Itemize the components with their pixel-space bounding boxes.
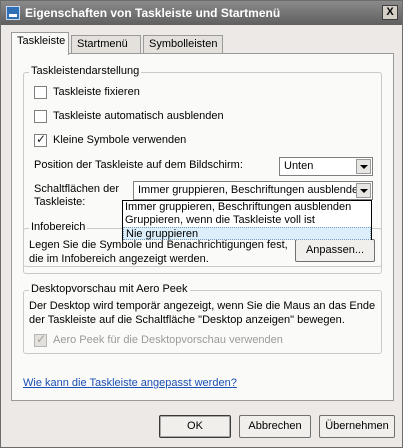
position-select[interactable]: Unten [279,157,373,176]
aero-peek-legend: Desktopvorschau mit Aero Peek [29,283,190,295]
notification-area-text-line2: die im Infobereich angezeigt werden. [29,253,209,265]
notification-area-legend: Infobereich [29,221,88,233]
position-select-value: Unten [284,160,314,172]
customize-button[interactable]: Anpassen... [295,239,375,262]
lock-taskbar-checkbox[interactable] [34,86,47,99]
aero-peek-text-line2: der Taskleiste auf die Schaltfläche "Des… [29,314,345,326]
buttons-grouping-dropdown: Immer gruppieren, Beschriftungen ausblen… [122,200,372,240]
chevron-down-icon[interactable] [356,183,371,198]
close-button[interactable]: X [382,5,398,20]
dropdown-option[interactable]: Immer gruppieren, Beschriftungen ausblen… [123,201,371,214]
taskbar-icon [6,6,20,20]
tab-symbolleisten[interactable]: Symbolleisten [143,35,223,54]
buttons-label-line1: Schaltflächen der [34,183,119,195]
position-label: Position der Taskleiste auf dem Bildschi… [34,159,243,171]
window-title: Eigenschaften von Taskleiste und Startme… [25,6,281,20]
tab-startmenu[interactable]: Startmenü [71,35,141,54]
aero-peek-checkbox [34,332,47,347]
chevron-down-icon[interactable] [356,159,371,174]
small-icons-checkbox[interactable] [34,132,47,147]
lock-taskbar-label: Taskleiste fixieren [53,86,140,98]
autohide-checkbox[interactable] [34,110,47,123]
aero-peek-text-line1: Der Desktop wird temporär angezeigt, wen… [29,300,376,312]
apply-button[interactable]: Übernehmen [319,415,395,438]
buttons-grouping-value: Immer gruppieren, Beschriftungen ausblen… [138,184,365,196]
aero-peek-group: Desktopvorschau mit Aero Peek Der Deskto… [23,283,382,354]
dropdown-option[interactable]: Gruppieren, wenn die Taskleiste voll ist [123,214,371,227]
aero-peek-label: Aero Peek für die Desktopvorschau verwen… [53,334,283,346]
dropdown-option-highlighted[interactable]: Nie gruppieren [123,227,371,240]
autohide-label: Taskleiste automatisch ausblenden [53,110,224,122]
properties-dialog: Eigenschaften von Taskleiste und Startme… [0,0,403,448]
tab-taskleiste[interactable]: Taskleiste [11,32,69,55]
buttons-grouping-select[interactable]: Immer gruppieren, Beschriftungen ausblen… [133,181,373,200]
small-icons-label: Kleine Symbole verwenden [53,134,187,146]
cancel-button[interactable]: Abbrechen [239,415,311,438]
title-bar[interactable]: Eigenschaften von Taskleiste und Startme… [1,1,402,25]
ok-button[interactable]: OK [159,415,231,438]
help-link[interactable]: Wie kann die Taskleiste angepasst werden… [23,377,237,389]
buttons-label-line2: Taskleiste: [34,196,86,208]
appearance-legend: Taskleistendarstellung [29,65,142,77]
